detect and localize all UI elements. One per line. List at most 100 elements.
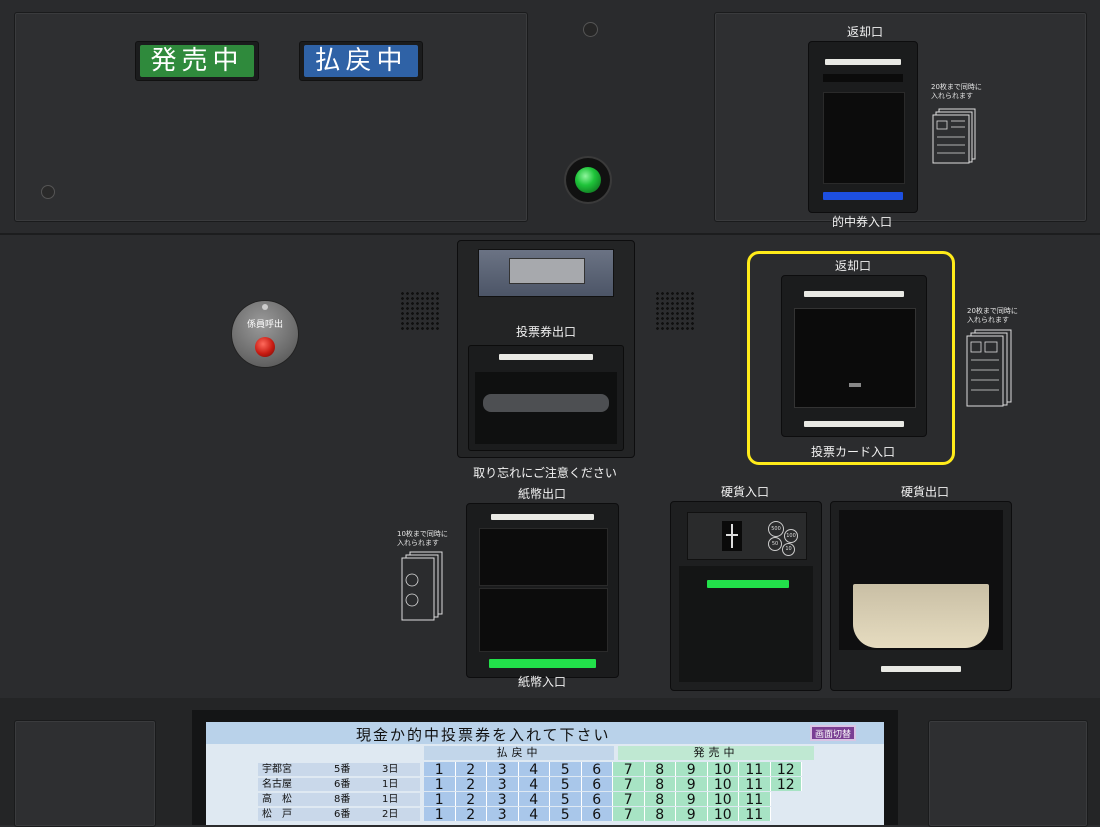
race-number-cell[interactable]: 7 <box>613 762 645 778</box>
top-return-label: 返却口 <box>846 25 883 39</box>
winning-ticket-entry-label: 的中券入口 <box>831 215 892 229</box>
race-number-cell[interactable]: 2 <box>455 777 487 793</box>
race-number-cell[interactable]: 6 <box>581 807 613 823</box>
race-day: 1日 <box>382 794 399 805</box>
race-number-cell[interactable]: 11 <box>739 807 771 823</box>
selling-status-plate: 発売中 <box>135 41 259 81</box>
race-number-cell[interactable]: 8 <box>644 807 676 823</box>
race-number-cell[interactable]: 7 <box>613 792 645 808</box>
refunding-status-plate: 払戻中 <box>299 41 423 81</box>
race-day: 2日 <box>382 809 399 820</box>
race-number-cell[interactable]: 6 <box>581 792 613 808</box>
race-venue: 松 戸 <box>262 809 292 820</box>
bill-entry-indicator <box>489 659 596 668</box>
race-number-cell[interactable]: 6 <box>581 777 613 793</box>
coin-denom-50-icon: 50 <box>768 537 782 551</box>
race-number-cell[interactable]: 11 <box>739 792 771 808</box>
staff-call-button[interactable]: 係員呼出 <box>232 301 298 367</box>
race-list: 宇都宮 5番 3日 1 2 3 4 5 6 7 8 9 10 11 12 名古屋 6番 1日 1 2 3 4 5 6 7 8 9 10… <box>206 762 884 825</box>
race-number-cell[interactable]: 1 <box>424 792 456 808</box>
table-row: 高 松 8番 1日 1 2 3 4 5 6 7 8 9 10 11 <box>206 792 884 808</box>
top-note-line1: 20枚まで同時に <box>931 83 982 91</box>
race-number-cell[interactable]: 3 <box>487 792 519 808</box>
lower-left-panel <box>14 720 156 827</box>
race-number-cell[interactable]: 8 <box>644 792 676 808</box>
race-number-cell[interactable]: 8 <box>644 762 676 778</box>
staff-call-indicator-icon <box>262 304 268 310</box>
race-number-cell[interactable]: 3 <box>487 777 519 793</box>
card-entry-label: 投票カード入口 <box>810 445 895 459</box>
race-number-cell[interactable]: 12 <box>770 777 802 793</box>
staff-call-red-icon <box>255 337 275 357</box>
race-number-cell[interactable]: 2 <box>455 762 487 778</box>
race-number-cell[interactable]: 9 <box>676 807 708 823</box>
green-lamp-icon <box>566 158 610 202</box>
race-day: 3日 <box>382 764 399 775</box>
screw-icon <box>583 22 598 37</box>
race-number-cell[interactable]: 8 <box>644 777 676 793</box>
race-number-cell[interactable]: 4 <box>518 792 550 808</box>
coin-output-label: 硬貨出口 <box>900 485 949 499</box>
coin-slot-icon <box>722 521 742 551</box>
coin-entry-unit[interactable]: 500 100 50 10 <box>670 501 822 691</box>
coin-output-tray[interactable] <box>830 501 1012 691</box>
coin-entry-indicator <box>707 580 789 588</box>
ticket-output-unit: 投票券出口 <box>457 240 635 458</box>
screen-frame: 現金か的中投票券を入れて下さい 画面切替 払戻中 発売中 宇都宮 5番 3日 1 2 3 4… <box>192 710 898 825</box>
race-number-cell[interactable]: 5 <box>550 762 582 778</box>
race-number-cell[interactable]: 10 <box>707 777 739 793</box>
race-number-cell[interactable]: 6 <box>581 762 613 778</box>
race-number-cell[interactable]: 9 <box>676 777 708 793</box>
race-venue: 宇都宮 <box>262 764 292 775</box>
left-speaker-grille <box>400 291 440 331</box>
coin-output-strip <box>881 666 961 672</box>
bill-note-line1: 10枚まで同時に <box>397 530 448 538</box>
screen-switch-button[interactable]: 画面切替 <box>810 725 856 741</box>
ticket-output-slot[interactable] <box>468 345 624 451</box>
race-number-cell[interactable]: 10 <box>707 807 739 823</box>
ticket-output-strip <box>499 354 593 360</box>
bill-note-line2: 入れられます <box>397 539 439 547</box>
race-number-cell[interactable]: 9 <box>676 762 708 778</box>
return-slot-strip <box>825 59 901 65</box>
race-number-cell[interactable]: 9 <box>676 792 708 808</box>
race-number-cell[interactable]: 11 <box>739 777 771 793</box>
voting-card-slot[interactable] <box>781 275 927 437</box>
race-number-cell[interactable]: 2 <box>455 807 487 823</box>
race-number-cell[interactable]: 1 <box>424 777 456 793</box>
race-number-cell[interactable]: 2 <box>455 792 487 808</box>
table-row: 名古屋 6番 1日 1 2 3 4 5 6 7 8 9 10 11 12 <box>206 777 884 793</box>
ticket-printer-window <box>478 249 614 297</box>
race-number-cell[interactable]: 4 <box>518 762 550 778</box>
race-number-cell[interactable]: 3 <box>487 807 519 823</box>
status-panel: 発売中 払戻中 <box>14 12 528 222</box>
race-number-cell[interactable]: 10 <box>707 792 739 808</box>
card-return-label: 返却口 <box>834 259 871 273</box>
race-number-cell[interactable]: 1 <box>424 762 456 778</box>
touch-screen[interactable]: 現金か的中投票券を入れて下さい 画面切替 払戻中 発売中 宇都宮 5番 3日 1 2 3 4… <box>206 722 884 825</box>
bill-unit[interactable] <box>466 503 619 678</box>
coin-denom-10-icon: 10 <box>782 543 795 556</box>
bill-output-strip <box>491 514 594 520</box>
race-number-cell[interactable]: 12 <box>770 762 802 778</box>
race-number-cell[interactable]: 5 <box>550 777 582 793</box>
race-number-cell[interactable]: 4 <box>518 807 550 823</box>
race-number-cell[interactable]: 1 <box>424 807 456 823</box>
race-number-cell[interactable]: 3 <box>487 762 519 778</box>
race-number-cell[interactable]: 4 <box>518 777 550 793</box>
race-number-cell[interactable]: 5 <box>550 792 582 808</box>
winning-ticket-slot[interactable] <box>808 41 918 213</box>
race-venue: 高 松 <box>262 794 292 805</box>
ticket-caution-label: 取り忘れにご注意ください <box>473 466 617 480</box>
race-number-cell[interactable]: 5 <box>550 807 582 823</box>
lower-right-panel <box>928 720 1088 827</box>
card-stack-icon <box>966 329 1012 407</box>
race-number-cell[interactable]: 7 <box>613 807 645 823</box>
race-venue: 名古屋 <box>262 779 292 790</box>
race-number-cell[interactable]: 10 <box>707 762 739 778</box>
bill-output-label: 紙幣出口 <box>517 487 566 501</box>
race-number-cell[interactable]: 7 <box>613 777 645 793</box>
bill-entry-label: 紙幣入口 <box>517 675 566 689</box>
race-number-cell[interactable]: 11 <box>739 762 771 778</box>
race-number: 6番 <box>334 809 351 820</box>
